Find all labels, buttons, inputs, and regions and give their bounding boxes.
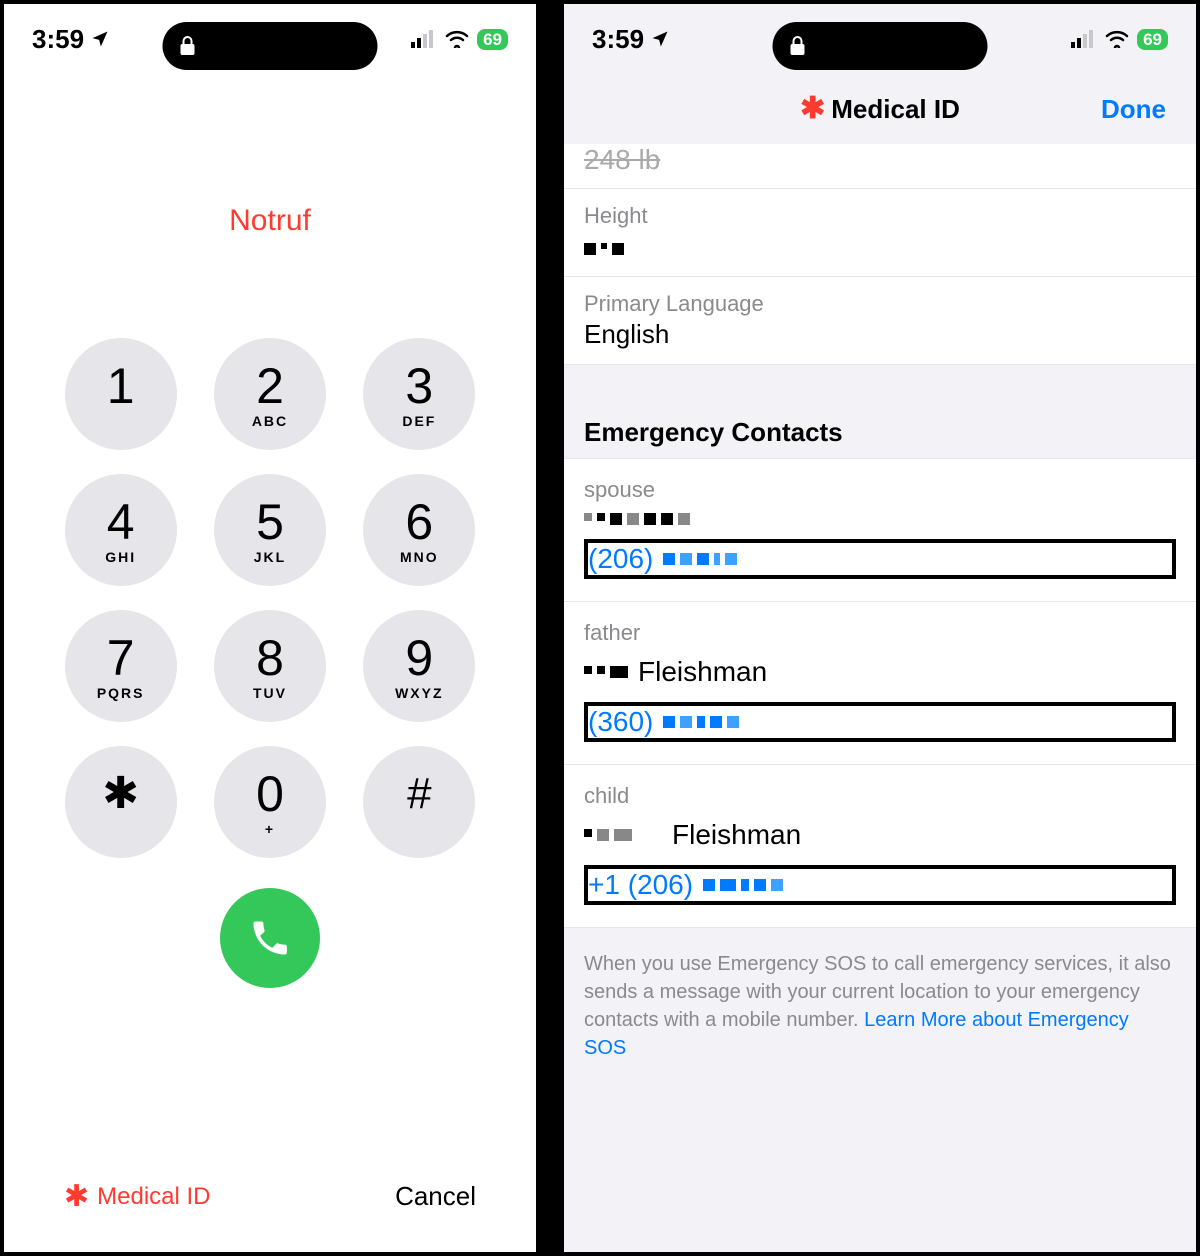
emergency-call-label: Notruf <box>4 204 536 238</box>
battery-badge: 69 <box>1137 29 1168 50</box>
key-2[interactable]: 2ABC <box>214 338 326 450</box>
medical-id-label: Medical ID <box>97 1183 210 1211</box>
redacted-icon <box>663 553 737 565</box>
lock-icon <box>179 35 197 57</box>
call-button[interactable] <box>220 888 320 988</box>
medical-id-screen: 3:59 69 ✱ Medical ID Do <box>560 0 1200 1256</box>
location-icon <box>90 29 110 49</box>
contact-name: Fleishman <box>584 819 1176 851</box>
redacted-icon <box>584 513 690 525</box>
cancel-button[interactable]: Cancel <box>395 1181 476 1212</box>
keypad: 1 2ABC 3DEF 4GHI 5JKL 6MNO 7PQRS 8TUV 9W… <box>60 338 480 858</box>
status-bar: 3:59 69 <box>564 4 1196 74</box>
key-star[interactable]: ✱ <box>65 746 177 858</box>
wifi-icon <box>445 30 469 48</box>
language-value: English <box>584 319 1176 350</box>
redacted-icon <box>584 666 628 678</box>
lock-icon <box>789 35 807 57</box>
sos-note: When you use Emergency SOS to call emerg… <box>564 928 1196 1084</box>
redacted-icon <box>584 829 632 841</box>
cellular-icon <box>411 30 437 48</box>
contact-phone[interactable]: (360) <box>584 702 1176 742</box>
contact-spouse: spouse (206) <box>564 459 1196 602</box>
key-7[interactable]: 7PQRS <box>65 610 177 722</box>
asterisk-icon: ✱ <box>800 94 825 124</box>
contact-child: child Fleishman +1 (206) <box>564 765 1196 928</box>
key-8[interactable]: 8TUV <box>214 610 326 722</box>
contact-father: father Fleishman (360) <box>564 602 1196 765</box>
status-time: 3:59 <box>32 24 84 55</box>
height-label: Height <box>584 203 1176 229</box>
keypad-screen: 3:59 69 Notruf 1 2ABC 3DEF 4GH <box>0 0 540 1256</box>
phone-icon <box>248 916 292 960</box>
contact-phone[interactable]: (206) <box>584 539 1176 579</box>
key-6[interactable]: 6MNO <box>363 474 475 586</box>
status-bar: 3:59 69 <box>4 4 536 74</box>
key-5[interactable]: 5JKL <box>214 474 326 586</box>
language-field: Primary Language English <box>564 277 1196 365</box>
dynamic-island <box>163 22 378 70</box>
nav-title: ✱ Medical ID <box>800 94 960 125</box>
battery-badge: 69 <box>477 29 508 50</box>
contact-name: Fleishman <box>584 656 1176 688</box>
key-4[interactable]: 4GHI <box>65 474 177 586</box>
contact-relation: spouse <box>584 477 1176 503</box>
key-9[interactable]: 9WXYZ <box>363 610 475 722</box>
contact-phone[interactable]: +1 (206) <box>584 865 1176 905</box>
key-hash[interactable]: # <box>363 746 475 858</box>
medical-id-content[interactable]: 248 lb Height Primary Language English E… <box>564 144 1196 1084</box>
key-0[interactable]: 0+ <box>214 746 326 858</box>
weight-row-partial: 248 lb <box>564 144 1196 189</box>
wifi-icon <box>1105 30 1129 48</box>
status-time: 3:59 <box>592 24 644 55</box>
key-3[interactable]: 3DEF <box>363 338 475 450</box>
medical-id-button[interactable]: ✱ Medical ID <box>64 1182 211 1212</box>
cellular-icon <box>1071 30 1097 48</box>
location-icon <box>650 29 670 49</box>
height-value <box>584 231 1176 262</box>
key-1[interactable]: 1 <box>65 338 177 450</box>
contact-name <box>584 513 1176 525</box>
redacted-icon <box>703 879 783 891</box>
height-field: Height <box>564 189 1196 277</box>
nav-bar: ✱ Medical ID Done <box>564 74 1196 144</box>
asterisk-icon: ✱ <box>64 1182 89 1212</box>
done-button[interactable]: Done <box>1101 94 1166 125</box>
contact-relation: child <box>584 783 1176 809</box>
language-label: Primary Language <box>584 291 1176 317</box>
redacted-icon <box>584 243 624 255</box>
dynamic-island <box>773 22 988 70</box>
contact-relation: father <box>584 620 1176 646</box>
redacted-icon <box>663 716 739 728</box>
emergency-contacts-header: Emergency Contacts <box>564 401 1196 459</box>
